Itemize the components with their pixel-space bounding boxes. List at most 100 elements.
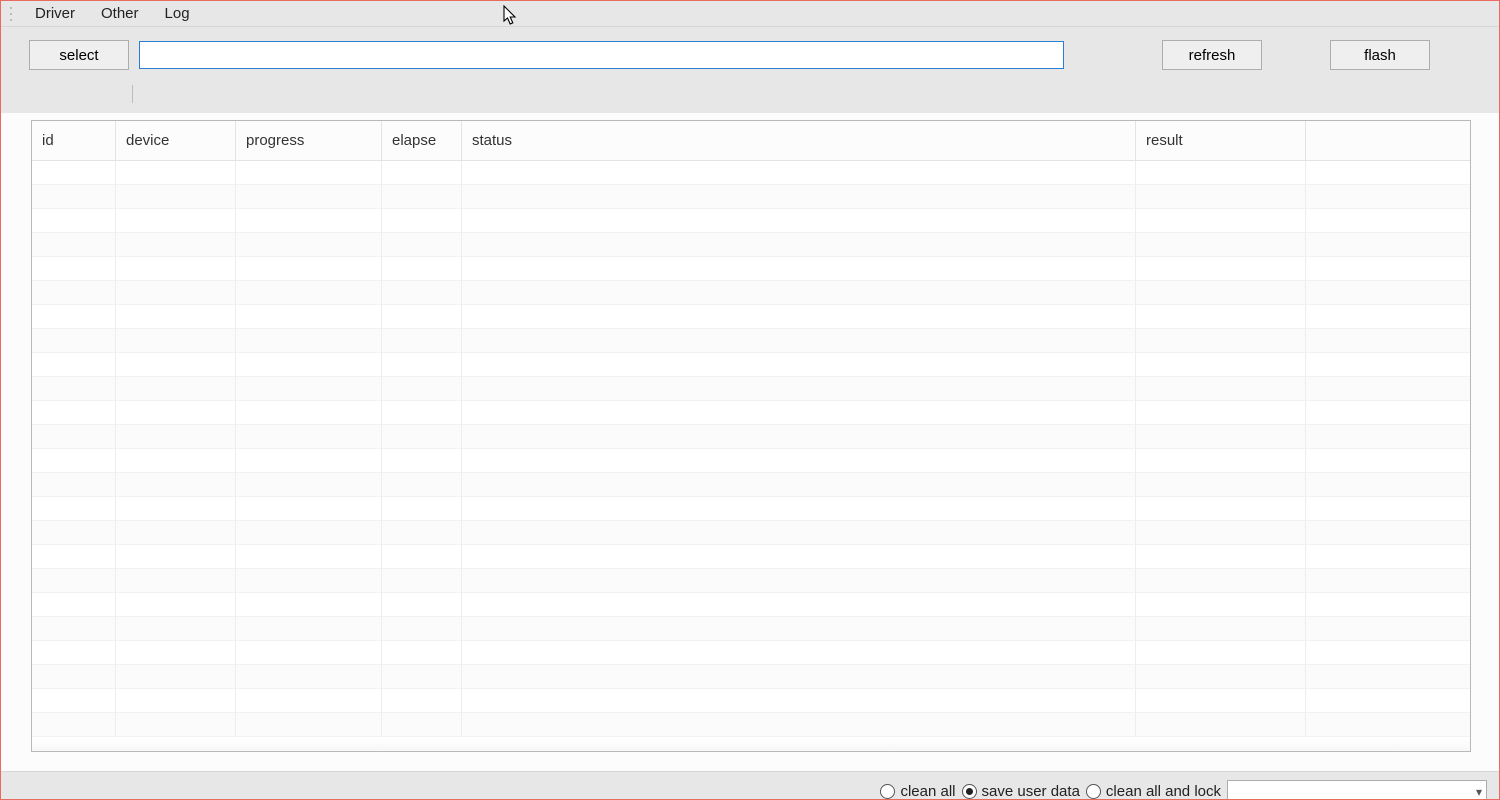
table-row[interactable] <box>32 209 1470 233</box>
refresh-button[interactable]: refresh <box>1162 40 1262 70</box>
flash-button[interactable]: flash <box>1330 40 1430 70</box>
table-cell <box>1306 617 1470 641</box>
table-cell <box>116 257 236 281</box>
table-row[interactable] <box>32 665 1470 689</box>
table-cell <box>32 257 116 281</box>
radio-icon <box>1086 784 1101 799</box>
table-cell <box>116 569 236 593</box>
menubar: Driver Other Log <box>1 1 1499 27</box>
table-cell <box>382 425 462 449</box>
menu-driver[interactable]: Driver <box>23 3 87 24</box>
table-cell <box>382 305 462 329</box>
table-cell <box>1136 449 1306 473</box>
table-row[interactable] <box>32 257 1470 281</box>
table-cell <box>1306 497 1470 521</box>
table-cell <box>1306 713 1470 737</box>
table-cell <box>236 689 382 713</box>
table-cell <box>462 689 1136 713</box>
table-row[interactable] <box>32 689 1470 713</box>
table-cell <box>1136 281 1306 305</box>
table-cell <box>236 281 382 305</box>
table-cell <box>116 377 236 401</box>
table-cell <box>32 209 116 233</box>
table-cell <box>32 521 116 545</box>
table-cell <box>236 233 382 257</box>
chevron-down-icon: ▾ <box>1476 785 1482 799</box>
footer-combo[interactable]: ▾ <box>1227 780 1487 800</box>
table-cell <box>32 329 116 353</box>
col-spare[interactable] <box>1306 121 1470 160</box>
table-cell <box>116 449 236 473</box>
table-cell <box>1306 689 1470 713</box>
device-table: id device progress elapse status result <box>31 120 1471 752</box>
table-cell <box>32 449 116 473</box>
table-row[interactable] <box>32 377 1470 401</box>
table-cell <box>1306 377 1470 401</box>
menu-other[interactable]: Other <box>89 3 151 24</box>
table-row[interactable] <box>32 545 1470 569</box>
table-row[interactable] <box>32 713 1470 737</box>
table-row[interactable] <box>32 473 1470 497</box>
table-cell <box>32 641 116 665</box>
table-cell <box>382 281 462 305</box>
radio-option-clean-all[interactable]: clean all <box>880 783 955 799</box>
table-cell <box>116 233 236 257</box>
table-cell <box>236 185 382 209</box>
table-row[interactable] <box>32 449 1470 473</box>
menu-log[interactable]: Log <box>153 3 202 24</box>
table-cell <box>462 497 1136 521</box>
table-row[interactable] <box>32 521 1470 545</box>
table-cell <box>462 593 1136 617</box>
table-row[interactable] <box>32 233 1470 257</box>
col-result[interactable]: result <box>1136 121 1306 160</box>
table-row[interactable] <box>32 425 1470 449</box>
table-cell <box>1136 233 1306 257</box>
col-elapse[interactable]: elapse <box>382 121 462 160</box>
toolbar: select refresh flash <box>1 27 1499 83</box>
table-cell <box>236 473 382 497</box>
table-row[interactable] <box>32 593 1470 617</box>
table-cell <box>236 425 382 449</box>
table-cell <box>32 377 116 401</box>
table-row[interactable] <box>32 305 1470 329</box>
table-cell <box>236 401 382 425</box>
col-progress[interactable]: progress <box>236 121 382 160</box>
table-cell <box>1306 569 1470 593</box>
table-row[interactable] <box>32 329 1470 353</box>
file-path-input[interactable] <box>139 41 1064 69</box>
table-cell <box>236 449 382 473</box>
table-row[interactable] <box>32 569 1470 593</box>
table-row[interactable] <box>32 353 1470 377</box>
table-row[interactable] <box>32 497 1470 521</box>
table-cell <box>236 665 382 689</box>
radio-option-clean-all-and-lock[interactable]: clean all and lock <box>1086 783 1221 799</box>
col-status[interactable]: status <box>462 121 1136 160</box>
table-cell <box>1136 353 1306 377</box>
table-cell <box>1136 665 1306 689</box>
table-row[interactable] <box>32 641 1470 665</box>
table-row[interactable] <box>32 617 1470 641</box>
table-cell <box>1306 425 1470 449</box>
table-body <box>32 161 1470 751</box>
table-row[interactable] <box>32 401 1470 425</box>
table-cell <box>236 713 382 737</box>
radio-option-save-user-data[interactable]: save user data <box>962 783 1080 799</box>
table-cell <box>382 161 462 185</box>
table-cell <box>32 233 116 257</box>
table-cell <box>32 665 116 689</box>
select-button[interactable]: select <box>29 40 129 70</box>
table-cell <box>116 617 236 641</box>
col-id[interactable]: id <box>32 121 116 160</box>
table-cell <box>1136 329 1306 353</box>
table-cell <box>382 497 462 521</box>
table-row[interactable] <box>32 185 1470 209</box>
table-row[interactable] <box>32 281 1470 305</box>
table-cell <box>382 689 462 713</box>
table-cell <box>236 353 382 377</box>
table-cell <box>462 473 1136 497</box>
table-cell <box>1136 497 1306 521</box>
table-cell <box>116 665 236 689</box>
table-cell <box>1136 593 1306 617</box>
table-row[interactable] <box>32 161 1470 185</box>
col-device[interactable]: device <box>116 121 236 160</box>
